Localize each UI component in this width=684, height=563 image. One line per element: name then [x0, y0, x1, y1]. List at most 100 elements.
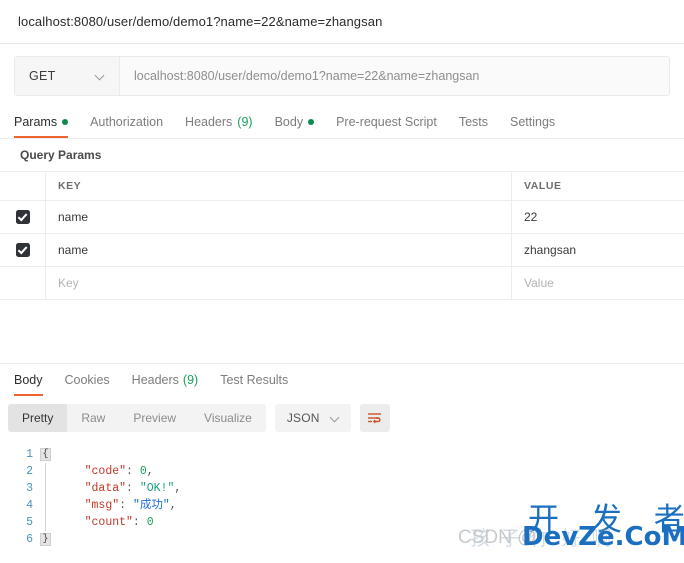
- response-tab-headers[interactable]: Headers (9): [121, 364, 210, 396]
- row-key-cell[interactable]: name: [46, 234, 512, 266]
- tab-headers[interactable]: Headers (9): [174, 106, 264, 138]
- view-mode-raw[interactable]: Raw: [67, 404, 119, 432]
- code-token: ,: [174, 482, 182, 495]
- view-mode-raw-label: Raw: [81, 411, 106, 425]
- row-checkbox-cell[interactable]: [0, 234, 46, 266]
- fold-row: }: [40, 531, 57, 548]
- tab-settings-label: Settings: [510, 115, 556, 129]
- code-token: :: [126, 465, 140, 478]
- params-modified-dot-icon: [62, 119, 69, 125]
- header-value-label: VALUE: [524, 180, 562, 192]
- param-key-value: name: [58, 243, 89, 257]
- fold-close-brace[interactable]: }: [40, 533, 51, 546]
- http-method-select[interactable]: GET: [15, 57, 120, 95]
- code-text: "code": 0, "data": "OK!", "msg": "成功", "…: [57, 446, 684, 548]
- response-tab-headers-count: (9): [182, 373, 199, 387]
- row-checkbox-cell[interactable]: [0, 201, 46, 233]
- fold-rail: [45, 480, 46, 497]
- code-token: "count": [84, 516, 133, 529]
- tab-authorization[interactable]: Authorization: [79, 106, 174, 138]
- tab-tests-label: Tests: [458, 115, 488, 129]
- tab-headers-count: (9): [237, 115, 253, 129]
- response-tab-test-results[interactable]: Test Results: [209, 364, 299, 396]
- request-url-value: localhost:8080/user/demo/demo1?name=22&n…: [134, 69, 480, 83]
- view-mode-visualize-label: Visualize: [204, 411, 252, 425]
- fold-rail: [45, 514, 46, 531]
- header-cell-key: KEY: [46, 172, 512, 200]
- line-number: 2: [26, 465, 33, 478]
- word-wrap-toggle-button[interactable]: [359, 404, 390, 432]
- response-tab-cookies-label: Cookies: [64, 373, 110, 387]
- new-param-value-input[interactable]: Value: [512, 267, 684, 299]
- chevron-down-icon: [330, 413, 341, 424]
- header-key-label: KEY: [58, 180, 82, 192]
- new-param-value-placeholder: Value: [524, 276, 554, 290]
- response-view-mode-group: Pretty Raw Preview Visualize: [8, 404, 266, 432]
- code-token: 0: [146, 516, 154, 529]
- view-mode-visualize[interactable]: Visualize: [190, 404, 266, 432]
- response-body-code[interactable]: 1 2 3 4 5 6 { } "code": 0, "data": "OK!"…: [0, 440, 684, 548]
- request-tabs: Params Authorization Headers (9) Body Pr…: [0, 106, 684, 139]
- header-cell-checkbox: [0, 172, 46, 200]
- response-tabs: Body Cookies Headers (9) Test Results: [0, 364, 684, 396]
- response-format-select[interactable]: JSON: [274, 404, 351, 432]
- line-number: 4: [26, 499, 33, 512]
- request-bar: GET localhost:8080/user/demo/demo1?name=…: [0, 44, 684, 106]
- line-number: 6: [26, 533, 33, 546]
- fold-row: {: [40, 446, 57, 463]
- code-token: "data": [84, 482, 127, 495]
- code-token: "成功": [132, 499, 170, 512]
- code-line: "msg": "成功",: [57, 497, 684, 514]
- view-mode-preview[interactable]: Preview: [119, 404, 190, 432]
- response-pane: Body Cookies Headers (9) Test Results Pr…: [0, 363, 684, 548]
- row-value-cell[interactable]: 22: [512, 201, 684, 233]
- browser-url-strip: localhost:8080/user/demo/demo1?name=22&n…: [0, 0, 684, 44]
- code-token: ,: [169, 499, 177, 512]
- fold-rail: [45, 497, 46, 514]
- code-line-numbers: 1 2 3 4 5 6: [0, 446, 40, 548]
- row-value-cell[interactable]: zhangsan: [512, 234, 684, 266]
- code-token: 0: [139, 465, 147, 478]
- tab-params[interactable]: Params: [14, 106, 79, 138]
- tab-params-label: Params: [14, 115, 58, 129]
- view-mode-pretty-label: Pretty: [22, 411, 54, 425]
- row-checkbox-cell-empty: [0, 267, 46, 299]
- tab-headers-label: Headers: [185, 115, 233, 129]
- response-tab-body[interactable]: Body: [14, 364, 54, 396]
- code-token: ,: [146, 465, 154, 478]
- tab-body[interactable]: Body: [264, 106, 326, 138]
- code-fold-gutter[interactable]: { }: [40, 446, 57, 548]
- response-tab-cookies[interactable]: Cookies: [54, 364, 121, 396]
- param-enabled-checkbox[interactable]: [15, 243, 30, 257]
- tab-authorization-label: Authorization: [90, 115, 164, 129]
- fold-open-brace[interactable]: {: [40, 448, 51, 461]
- header-cell-value: VALUE: [512, 172, 684, 200]
- code-token: :: [132, 516, 147, 529]
- param-enabled-checkbox[interactable]: [15, 210, 30, 224]
- tab-tests[interactable]: Tests: [448, 106, 499, 138]
- word-wrap-icon: [368, 412, 382, 423]
- request-url-input[interactable]: localhost:8080/user/demo/demo1?name=22&n…: [120, 57, 669, 95]
- http-method-label: GET: [29, 69, 56, 83]
- fold-row: [40, 514, 57, 531]
- response-format-label: JSON: [286, 411, 320, 425]
- view-mode-pretty[interactable]: Pretty: [8, 404, 68, 432]
- tab-settings[interactable]: Settings: [499, 106, 566, 138]
- code-token: "code": [84, 465, 127, 478]
- code-line: "data": "OK!",: [57, 480, 684, 497]
- response-tab-headers-label: Headers: [131, 373, 179, 387]
- table-row: name 22: [0, 201, 684, 234]
- new-param-key-input[interactable]: Key: [46, 267, 512, 299]
- tab-body-label: Body: [274, 115, 304, 129]
- line-number: 1: [26, 448, 33, 461]
- tab-pre-request-script[interactable]: Pre-request Script: [325, 106, 448, 138]
- code-token: :: [119, 499, 133, 512]
- response-tab-body-label: Body: [14, 373, 43, 387]
- row-key-cell[interactable]: name: [46, 201, 512, 233]
- code-line: "count": 0: [57, 514, 684, 531]
- param-value-value: zhangsan: [524, 243, 577, 257]
